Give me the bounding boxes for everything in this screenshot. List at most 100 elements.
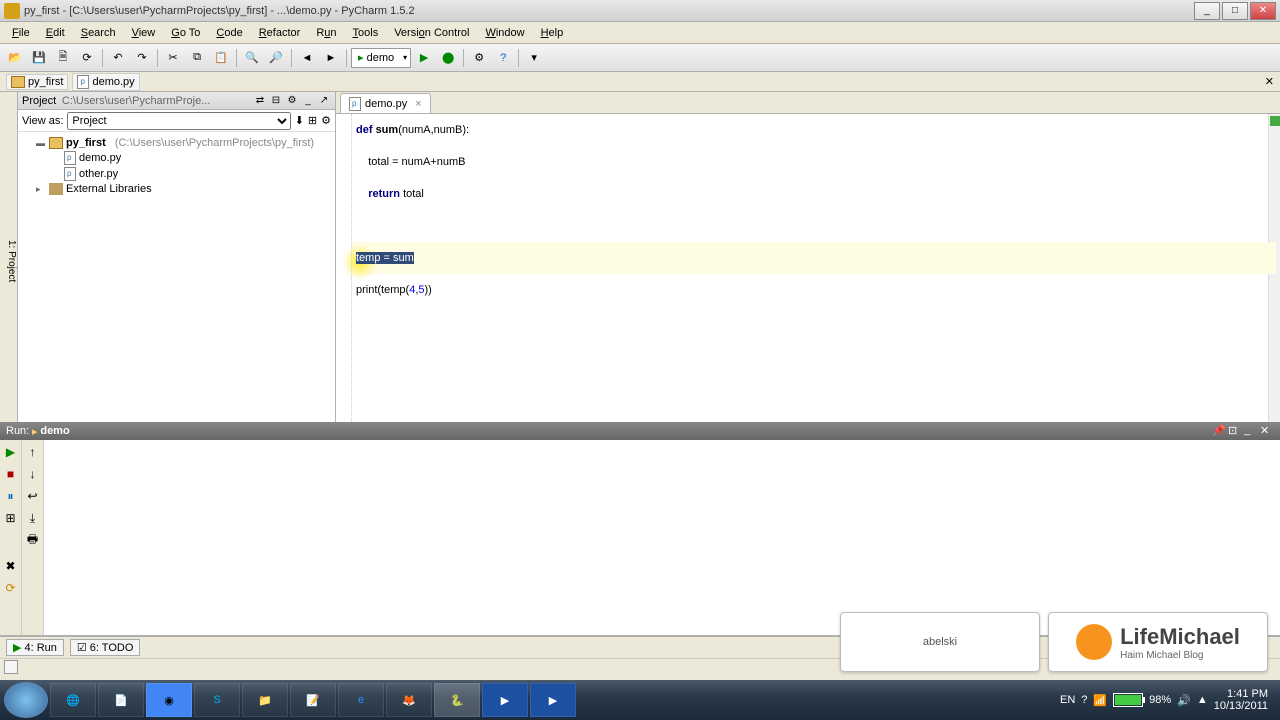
back-icon[interactable]: ◄ bbox=[296, 47, 318, 69]
up-icon[interactable]: ↑ bbox=[25, 444, 41, 460]
settings-icon[interactable]: ⚙ bbox=[468, 47, 490, 69]
breadcrumb-file[interactable]: demo.py bbox=[72, 73, 139, 91]
taskbar-item-pycharm[interactable]: 🐍 bbox=[434, 683, 480, 717]
editor-tab-demo[interactable]: demo.py × bbox=[340, 93, 431, 113]
breadcrumb: py_first demo.py ✕ bbox=[0, 72, 1280, 92]
taskbar-item[interactable]: 🌐 bbox=[50, 683, 96, 717]
menu-edit[interactable]: Edit bbox=[38, 25, 73, 41]
close-button[interactable]: ✕ bbox=[1250, 2, 1276, 20]
gear-icon[interactable]: ⚙ bbox=[285, 94, 299, 108]
run-output[interactable] bbox=[44, 440, 1280, 635]
file-icon bbox=[64, 167, 76, 181]
taskbar-item[interactable]: ◉ bbox=[146, 683, 192, 717]
scroll-icon[interactable]: ⤓ bbox=[25, 510, 41, 526]
help-icon[interactable]: ? bbox=[492, 47, 514, 69]
volume-icon[interactable]: 🔊 bbox=[1177, 694, 1191, 707]
undo-icon[interactable]: ↶ bbox=[107, 47, 129, 69]
network-icon[interactable]: 📶 bbox=[1093, 694, 1107, 707]
battery-percent: 98% bbox=[1149, 694, 1171, 706]
replace-icon[interactable]: 🔎 bbox=[265, 47, 287, 69]
run-icon[interactable]: ▶ bbox=[413, 47, 435, 69]
help-tray-icon[interactable]: ? bbox=[1081, 694, 1087, 706]
system-tray: EN ? 📶 98% 🔊 ▲ 1:41 PM 10/13/2011 bbox=[1060, 688, 1276, 712]
menu-refactor[interactable]: Refactor bbox=[251, 25, 309, 41]
hide-run-icon[interactable]: _ bbox=[1244, 424, 1258, 438]
menu-window[interactable]: Window bbox=[477, 25, 532, 41]
taskbar-item[interactable]: 📁 bbox=[242, 683, 288, 717]
forward-icon[interactable]: ► bbox=[320, 47, 342, 69]
tree-file-other[interactable]: other.py bbox=[22, 166, 331, 182]
menu-view[interactable]: View bbox=[124, 25, 164, 41]
reload-icon[interactable]: ⟳ bbox=[3, 580, 19, 596]
settings2-icon[interactable]: ⚙ bbox=[321, 114, 331, 127]
toggle-icon[interactable]: ⊞ bbox=[3, 510, 19, 526]
cut-icon[interactable]: ✂ bbox=[162, 47, 184, 69]
autoscroll-icon[interactable]: ⬇ bbox=[295, 114, 304, 127]
close-run-icon[interactable]: ✕ bbox=[1260, 424, 1274, 438]
project-panel: Project C:\Users\user\PycharmProje... ⇄ … bbox=[18, 92, 336, 422]
scroll-from-source-icon[interactable]: ⇄ bbox=[253, 94, 267, 108]
save-icon[interactable]: 💾 bbox=[28, 47, 50, 69]
flatten-icon[interactable]: ⊞ bbox=[308, 114, 317, 127]
restore-icon[interactable]: ⊡ bbox=[1228, 424, 1242, 438]
taskbar-item[interactable]: e bbox=[338, 683, 384, 717]
saveall-icon[interactable]: 🗎 bbox=[52, 47, 74, 69]
menu-run[interactable]: Run bbox=[308, 25, 344, 41]
action-center-icon[interactable]: ▲ bbox=[1197, 694, 1208, 706]
status-run-button[interactable]: ▶4: Run bbox=[6, 639, 64, 656]
expand-icon[interactable]: ▾ bbox=[523, 47, 545, 69]
menu-goto[interactable]: Go To bbox=[163, 25, 208, 41]
copy-icon[interactable]: ⧉ bbox=[186, 47, 208, 69]
menu-search[interactable]: Search bbox=[73, 25, 124, 41]
debug-icon[interactable]: ⬤ bbox=[437, 47, 459, 69]
tree-root[interactable]: ▬ py_first (C:\Users\user\PycharmProject… bbox=[22, 136, 331, 150]
find-icon[interactable]: 🔍 bbox=[241, 47, 263, 69]
paste-icon[interactable]: 📋 bbox=[210, 47, 232, 69]
pin-icon[interactable]: 📌 bbox=[1212, 424, 1226, 438]
stop-icon[interactable]: ■ bbox=[3, 466, 19, 482]
menu-tools[interactable]: Tools bbox=[345, 25, 387, 41]
collapse-icon[interactable]: ⊟ bbox=[269, 94, 283, 108]
taskbar-item[interactable]: ▶ bbox=[482, 683, 528, 717]
code-editor[interactable]: def sum(numA,numB): total = numA+numB re… bbox=[336, 114, 1280, 422]
close-breadcrumb-icon[interactable]: ✕ bbox=[1265, 75, 1274, 88]
maximize-button[interactable]: □ bbox=[1222, 2, 1248, 20]
taskbar-item[interactable]: 📝 bbox=[290, 683, 336, 717]
menu-help[interactable]: Help bbox=[533, 25, 572, 41]
minimize-button[interactable]: _ bbox=[1194, 2, 1220, 20]
start-button[interactable] bbox=[4, 682, 48, 718]
taskbar-item[interactable]: S bbox=[194, 683, 240, 717]
menu-vcs[interactable]: Version Control bbox=[386, 25, 477, 41]
close-tab-icon[interactable]: × bbox=[415, 98, 421, 110]
app-icon bbox=[4, 3, 20, 19]
tree-file-demo[interactable]: demo.py bbox=[22, 150, 331, 166]
ime-indicator[interactable]: EN bbox=[1060, 694, 1075, 706]
hide-icon[interactable]: _ bbox=[301, 94, 315, 108]
taskbar-item[interactable]: ▶ bbox=[530, 683, 576, 717]
print-icon[interactable]: 🖶 bbox=[25, 532, 41, 548]
view-as-select[interactable]: Project bbox=[67, 112, 290, 130]
pause-icon[interactable]: ⏸ bbox=[3, 488, 19, 504]
tree-external-libs[interactable]: ▸ External Libraries bbox=[22, 182, 331, 196]
status-todo-button[interactable]: ☑6: TODO bbox=[70, 639, 140, 656]
run-config-selector[interactable]: ▸ demo bbox=[351, 48, 411, 68]
redo-icon[interactable]: ↷ bbox=[131, 47, 153, 69]
menu-code[interactable]: Code bbox=[208, 25, 250, 41]
clear-icon[interactable]: ✖ bbox=[3, 558, 19, 574]
down-icon[interactable]: ↓ bbox=[25, 466, 41, 482]
sidebar-project-tab[interactable]: 1: Project bbox=[0, 92, 18, 422]
breadcrumb-folder[interactable]: py_first bbox=[6, 74, 68, 90]
menu-file[interactable]: File bbox=[4, 25, 38, 41]
taskbar: 🌐 📄 ◉ S 📁 📝 e 🦊 🐍 ▶ ▶ EN ? 📶 98% 🔊 ▲ 1:4… bbox=[0, 680, 1280, 720]
softwrap-icon[interactable]: ↩ bbox=[25, 488, 41, 504]
float-icon[interactable]: ↗ bbox=[317, 94, 331, 108]
sync-icon[interactable]: ⟳ bbox=[76, 47, 98, 69]
tool-window-button[interactable] bbox=[4, 660, 18, 674]
battery-icon[interactable] bbox=[1113, 693, 1143, 707]
view-as-bar: View as: Project ⬇ ⊞ ⚙ bbox=[18, 110, 335, 132]
clock[interactable]: 1:41 PM 10/13/2011 bbox=[1214, 688, 1268, 712]
open-icon[interactable]: 📂 bbox=[4, 47, 26, 69]
taskbar-item[interactable]: 📄 bbox=[98, 683, 144, 717]
taskbar-item[interactable]: 🦊 bbox=[386, 683, 432, 717]
rerun-icon[interactable]: ▶ bbox=[3, 444, 19, 460]
